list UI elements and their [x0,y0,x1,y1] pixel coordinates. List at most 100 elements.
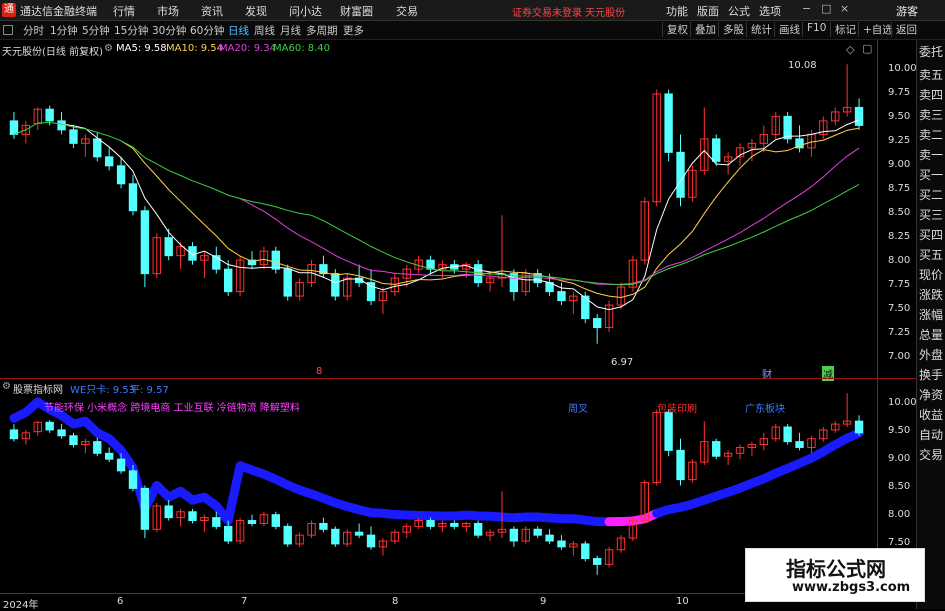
candle [271,514,281,527]
menu-news[interactable]: 资讯 [201,3,223,19]
weekly-cross-label: 周叉 [568,404,588,415]
indicator-settings-icon[interactable]: ⚙ [2,381,11,392]
candle [224,525,233,542]
date-label: 6 [117,596,124,607]
ma5-legend: MA5: 9.58 [116,43,167,54]
candle [283,525,292,545]
period-weekly[interactable]: 周线 [254,23,275,38]
menu-formula[interactable]: 公式 [728,3,750,19]
axis-label: 10.00 [888,397,917,408]
menu-wealth-circle[interactable]: 财富圈 [340,3,373,19]
quote-side-panel: 委托 卖五 卖四 卖三 卖二 卖一 买一 买二 买三 买四 买五 现价 涨跌 涨… [916,40,945,609]
menu-options[interactable]: 选项 [759,3,781,19]
menu-function[interactable]: 功能 [666,3,688,19]
menu-market[interactable]: 市场 [157,3,179,19]
side-item-ask2[interactable]: 卖二 [919,126,943,143]
side-item-ask4[interactable]: 卖四 [919,86,943,103]
axis-label: 9.00 [888,453,911,464]
candle [45,421,54,431]
toolbar-menu-icon[interactable] [3,25,13,35]
period-intraday[interactable]: 分时 [23,23,44,38]
packaging-label: 包装印刷 [657,404,697,415]
period-15min[interactable]: 15分钟 [114,23,148,38]
side-item-bid2[interactable]: 买二 [919,186,943,203]
axis-label: 8.25 [888,231,911,242]
period-multi[interactable]: 多周期 [306,23,338,38]
axis-label: 7.50 [888,537,911,548]
ma20-legend: MA20: 9.34 [219,43,277,54]
adjust-button[interactable]: 复权 [662,22,692,37]
multi-stock-button[interactable]: 多股 [718,22,748,37]
menu-quotes[interactable]: 行情 [113,3,135,19]
main-kline-panel[interactable]: 天元股份(日线 前复权) ⚙ MA5: 9.58 MA10: 9.54 MA20… [0,40,877,381]
axis-label: 8.00 [888,255,911,266]
side-item-eps: 收益 [919,408,944,422]
period-30min[interactable]: 30分钟 [152,23,186,38]
expand-icon[interactable]: ▢ [862,42,872,55]
guangdong-label: 广东板块 [745,404,785,415]
side-item-ask1[interactable]: 卖一 [919,146,943,163]
side-item-trade[interactable]: 交易 [919,446,943,463]
side-item-volume: 总量 [919,328,944,342]
candle [783,426,792,443]
period-1min[interactable]: 1分钟 [50,23,78,38]
maximize-icon[interactable]: □ [821,2,831,15]
settings-gear-icon[interactable]: ⚙ [104,43,113,54]
axis-label: 8.75 [888,183,911,194]
axis-label: 9.75 [888,87,911,98]
back-button[interactable]: 返回 [891,22,921,37]
app-name: 通达信金融终端 [20,5,97,18]
diamond-icon[interactable]: ◇ [846,43,854,56]
axis-label: 8.50 [888,207,911,218]
candle [426,520,435,527]
side-item-auto[interactable]: 自动 [919,426,943,443]
period-monthly[interactable]: 月线 [280,23,301,38]
candle [712,138,721,162]
side-item-bid1[interactable]: 买一 [919,166,943,183]
event-marker[interactable]: 8 [316,366,322,377]
candle [712,441,721,457]
menu-trade[interactable]: 交易 [396,3,418,19]
menu-discover[interactable]: 发现 [245,3,267,19]
period-toolbar: 分时 1分钟 5分钟 15分钟 30分钟 60分钟 日线 周线 月线 多周期 更… [0,21,945,40]
watermark-title: 指标公式网 [786,557,886,581]
close-icon[interactable]: × [840,2,849,15]
statistics-button[interactable]: 统计 [746,22,776,37]
side-item-price: 现价 [919,268,944,282]
watermark-url: www.zbgs3.com [792,580,911,595]
side-item-bid3[interactable]: 买三 [919,206,943,223]
candle [366,534,376,548]
candle [104,452,114,460]
kline-chart[interactable] [0,40,877,378]
menu-ask-xiaoda[interactable]: 问小达 [289,3,322,19]
overlay-button[interactable]: 叠加 [690,22,720,37]
side-item-change-pct: 涨幅 [919,308,944,322]
candle [128,183,138,212]
f10-button[interactable]: F10 [802,22,830,37]
candle [331,528,340,545]
draw-line-button[interactable]: 画线 [774,22,804,37]
candle [9,429,19,440]
period-daily[interactable]: 日线 [228,23,249,38]
side-item-ask5[interactable]: 卖五 [919,66,943,83]
side-item-commission[interactable]: 委托 [919,43,943,60]
mark-button[interactable]: 标记 [830,22,860,37]
menu-bar: 通 通达信金融终端 行情 市场 资讯 发现 问小达 财富圈 交易 证券交易未登录… [0,0,945,21]
app-logo-icon: 通 [2,3,16,17]
candle [354,531,364,536]
side-item-ask3[interactable]: 卖三 [919,106,943,123]
candle [93,138,102,158]
candle [557,291,566,302]
minimize-icon[interactable]: − [802,2,811,15]
menu-layout[interactable]: 版面 [697,3,719,19]
side-item-bid5[interactable]: 买五 [919,246,943,263]
period-5min[interactable]: 5分钟 [82,23,110,38]
period-60min[interactable]: 60分钟 [190,23,224,38]
candle [509,528,519,542]
side-item-bid4[interactable]: 买四 [919,226,943,243]
guest-user[interactable]: 游客 [896,3,918,19]
period-more[interactable]: 更多 [343,23,364,38]
concept-labels: 节能环保 小米概念 跨境电商 工业互联 冷链物流 降解塑料 [44,403,300,414]
candle [45,108,54,122]
candle [854,420,864,434]
